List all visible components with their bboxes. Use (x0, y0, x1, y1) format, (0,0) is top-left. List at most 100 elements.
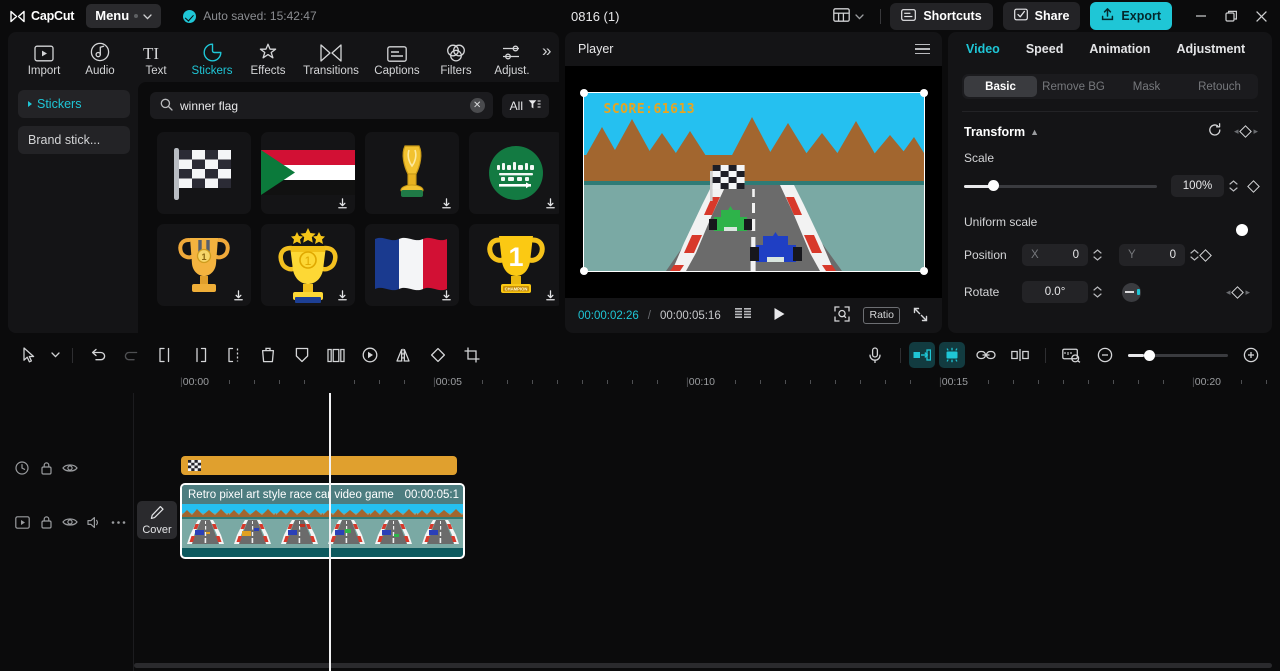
close-button[interactable] (1246, 1, 1276, 31)
rotate-keyframe[interactable]: ◂ ▸ (1226, 285, 1250, 299)
select-tool-icon[interactable] (12, 342, 46, 368)
fullscreen-icon[interactable] (913, 307, 928, 325)
resize-handle-bottom-right[interactable] (919, 267, 928, 275)
scale-slider[interactable] (964, 180, 1157, 191)
frames-icon[interactable] (734, 308, 753, 323)
split-center-icon[interactable] (217, 342, 251, 368)
zoom-fit-icon[interactable] (834, 306, 851, 325)
share-button[interactable]: Share (1002, 2, 1081, 30)
tab-filters[interactable]: Filters (428, 40, 484, 77)
timeline-horizontal-scrollbar[interactable] (134, 663, 1272, 668)
tab-audio[interactable]: Audio (72, 40, 128, 77)
sticker-item[interactable] (157, 132, 251, 214)
rotate-icon[interactable] (421, 342, 455, 368)
sticker-item[interactable] (469, 132, 559, 214)
player-menu-button[interactable] (915, 43, 930, 55)
tab-stickers[interactable]: Stickers (184, 40, 240, 77)
menu-button[interactable]: Menu (86, 4, 162, 28)
magnetic-snap-icon[interactable] (939, 342, 965, 368)
tab-text[interactable]: TI Text (128, 40, 184, 77)
visibility-icon[interactable] (58, 456, 82, 480)
sticker-item[interactable]: 1 (261, 224, 355, 306)
subtab-remove-bg[interactable]: Remove BG (1037, 76, 1110, 97)
sticker-item[interactable] (365, 132, 459, 214)
keyframe-diamond-icon[interactable] (1231, 285, 1245, 299)
export-button[interactable]: Export (1090, 2, 1172, 30)
position-y-field[interactable]: Y 0 (1119, 244, 1185, 266)
rotate-value-field[interactable]: 0.0° (1022, 281, 1088, 303)
maximize-button[interactable] (1216, 1, 1246, 31)
sidebar-item-stickers[interactable]: Stickers (18, 90, 130, 118)
position-keyframe[interactable] (1199, 248, 1212, 262)
sticker-item[interactable]: 1 CHAMPION (469, 224, 559, 306)
video-clip[interactable]: Retro pixel art style race car video gam… (180, 483, 465, 559)
crop-icon[interactable] (455, 342, 489, 368)
sticker-item[interactable] (365, 224, 459, 306)
sidebar-item-brand-stickers[interactable]: Brand stick... (18, 126, 130, 154)
audio-mute-icon[interactable] (82, 510, 106, 534)
minimize-button[interactable] (1186, 1, 1216, 31)
search-box[interactable]: ✕ (150, 92, 493, 119)
preview-thumbnails-icon[interactable] (1054, 342, 1088, 368)
filter-all-button[interactable]: All (501, 93, 549, 118)
clear-search-button[interactable]: ✕ (469, 98, 485, 113)
record-voiceover-icon[interactable] (858, 342, 892, 368)
visibility-icon[interactable] (58, 510, 82, 534)
resize-handle-bottom-left[interactable] (579, 267, 588, 275)
next-keyframe-icon[interactable]: ▸ (1245, 287, 1250, 298)
layout-button[interactable] (826, 3, 871, 30)
keyframe-diamond-icon[interactable] (1199, 248, 1212, 262)
search-input[interactable] (180, 98, 463, 113)
reset-icon[interactable] (1208, 123, 1222, 140)
lock-icon[interactable] (34, 510, 58, 534)
cover-button[interactable]: Cover (137, 501, 177, 539)
reverse-icon[interactable] (353, 342, 387, 368)
link-clips-icon[interactable] (969, 342, 1003, 368)
tab-adjust[interactable]: Adjust. (484, 40, 540, 77)
rotate-stepper[interactable] (1093, 286, 1102, 298)
split-right-icon[interactable] (183, 342, 217, 368)
sticker-item[interactable] (261, 132, 355, 214)
keyframe-diamond-icon[interactable] (1239, 125, 1253, 138)
tab-effects[interactable]: Effects (240, 40, 296, 77)
auto-snap-icon[interactable] (909, 342, 935, 368)
tab-video[interactable]: Video (966, 42, 1000, 56)
next-keyframe-icon[interactable]: ▸ (1253, 126, 1258, 137)
clock-icon[interactable] (10, 456, 34, 480)
undo-icon[interactable] (81, 342, 115, 368)
keyframe-diamond-icon[interactable] (1247, 179, 1260, 193)
subtab-retouch[interactable]: Retouch (1183, 76, 1256, 97)
shortcuts-button[interactable]: Shortcuts (890, 2, 993, 30)
subtab-basic[interactable]: Basic (964, 76, 1037, 97)
scale-stepper[interactable] (1229, 180, 1238, 192)
timeline-ruler[interactable]: |00:00 |00:05 |00:10 |00:15 |00:20 (0, 371, 1280, 393)
more-options-icon[interactable] (106, 510, 130, 534)
tab-animation[interactable]: Animation (1089, 42, 1150, 56)
position-x-stepper[interactable] (1093, 249, 1102, 261)
tab-transitions[interactable]: Transitions (296, 40, 366, 77)
position-x-field[interactable]: X 0 (1022, 244, 1088, 266)
lock-icon[interactable] (34, 456, 58, 480)
subtab-mask[interactable]: Mask (1110, 76, 1183, 97)
ratio-button[interactable]: Ratio (863, 307, 900, 324)
rotate-dial[interactable] (1122, 282, 1141, 302)
video-track-icon[interactable] (10, 510, 34, 534)
video-canvas[interactable]: SCORE:61613 (579, 89, 928, 275)
split-left-icon[interactable] (149, 342, 183, 368)
scale-keyframe[interactable] (1247, 179, 1260, 193)
playhead[interactable] (329, 393, 331, 671)
delete-icon[interactable] (251, 342, 285, 368)
tab-captions[interactable]: Captions (366, 40, 428, 77)
play-button[interactable] (773, 307, 786, 324)
tab-speed[interactable]: Speed (1026, 42, 1064, 56)
timeline-zoom-slider[interactable] (1128, 349, 1228, 361)
zoom-out-icon[interactable] (1088, 342, 1122, 368)
sticker-clip[interactable] (181, 456, 457, 475)
keyframe-control[interactable]: ◂ ▸ (1234, 125, 1258, 138)
zoom-slider-knob[interactable] (1144, 349, 1155, 361)
resize-handle-top-left[interactable] (579, 89, 588, 97)
flip-icon[interactable] (387, 342, 421, 368)
slider-knob[interactable] (987, 180, 999, 191)
zoom-in-icon[interactable] (1234, 342, 1268, 368)
tab-import[interactable]: Import (16, 40, 72, 77)
